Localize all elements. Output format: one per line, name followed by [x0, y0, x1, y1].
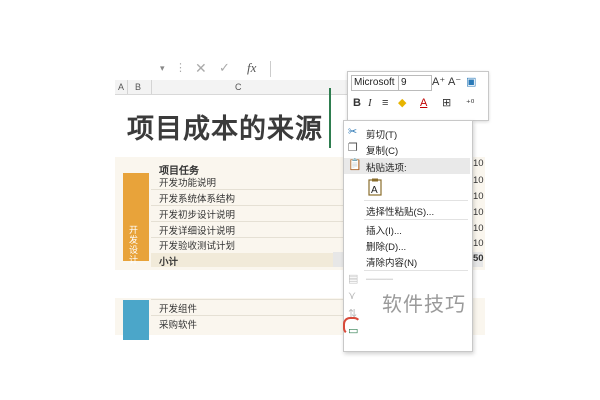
menu-item-label: 清除内容(N): [366, 258, 418, 269]
clipboard-icon: 📋: [348, 159, 362, 171]
borders-icon[interactable]: ⊞: [442, 96, 451, 110]
column-divider: [151, 80, 152, 94]
table-row[interactable]: 开发功能说明: [159, 175, 216, 189]
menu-item-faded[interactable]: ▤ ────: [344, 272, 470, 288]
column-header-a[interactable]: A: [118, 82, 124, 92]
group-label: 开发设计: [129, 225, 139, 265]
value-cell: 10: [473, 207, 484, 218]
menu-item-label: 剪切(T): [366, 130, 398, 141]
menu-separator: [364, 219, 468, 220]
copy-icon: ❐: [348, 142, 358, 154]
table-row[interactable]: 开发验收测试计划: [159, 238, 235, 252]
table-row[interactable]: 开发初步设计说明: [159, 207, 235, 221]
value-header-cell: 10: [473, 158, 484, 169]
fx-button[interactable]: fx: [247, 60, 256, 76]
menu-item-label: 粘贴选项:: [366, 163, 407, 174]
fill-color-icon[interactable]: ◆: [398, 96, 406, 110]
value-cell: 10: [473, 175, 484, 186]
sheet-title: 项目成本的来源: [127, 114, 323, 145]
value-cell: 10: [473, 191, 484, 202]
subtotal-label: 小计: [159, 257, 179, 268]
watermark: 软件技巧: [382, 292, 466, 316]
menu-separator: [364, 270, 468, 271]
font-size-box[interactable]: 9: [398, 75, 432, 91]
column-header-b[interactable]: B: [135, 82, 141, 92]
bold-button[interactable]: B: [353, 96, 361, 110]
value-cell: 10: [473, 238, 484, 249]
menu-item-copy[interactable]: ❐ 复制(C): [344, 141, 470, 157]
align-center-icon[interactable]: ≡: [382, 96, 388, 110]
shrink-font-icon[interactable]: A⁻: [448, 75, 461, 89]
menu-item-insert[interactable]: 插入(I)...: [344, 221, 470, 237]
selected-cell-border: [329, 88, 335, 148]
value-cell: 10: [473, 223, 484, 234]
menu-item-clear-contents[interactable]: 清除内容(N): [344, 253, 470, 269]
enter-check-icon[interactable]: ✓: [219, 60, 230, 76]
context-menu: ✂ 剪切(T) ❐ 复制(C) 📋 粘贴选项: A 选择性粘贴(S)... 插入…: [343, 120, 473, 352]
menu-separator: [364, 200, 468, 201]
font-name-box[interactable]: Microsoft: [351, 75, 399, 91]
menu-item-cut[interactable]: ✂ 剪切(T): [344, 125, 470, 141]
table-row[interactable]: 开发详细设计说明: [159, 223, 235, 237]
highlight-ring: [343, 317, 361, 335]
table-row[interactable]: 采购软件: [159, 317, 197, 331]
italic-button[interactable]: I: [368, 96, 372, 110]
svg-text:A: A: [371, 185, 378, 196]
menu-item-label: 选择性粘贴(S)...: [366, 207, 435, 218]
menu-item-paste-options: 📋 粘贴选项:: [344, 158, 470, 174]
formula-input-divider: [270, 61, 271, 77]
table-row[interactable]: 开发组件: [159, 301, 197, 315]
group-color-bar-2: [123, 300, 149, 340]
paste-formatting-icon[interactable]: A: [368, 178, 382, 196]
table-row[interactable]: 开发系统体系结构: [159, 191, 235, 205]
menu-item-label-faded: ────: [366, 274, 393, 285]
scissors-icon: ✂: [348, 126, 358, 138]
mini-toolbar: Microsoft 9 A⁺ A⁻ ▣ B I ≡ ◆ A ⊞ ⁺⁰: [347, 71, 489, 121]
menu-item-delete[interactable]: 删除(D)...: [344, 237, 470, 253]
font-color-button[interactable]: A: [420, 96, 427, 110]
menu-item-label: 删除(D)...: [366, 242, 407, 253]
menu-item-comment[interactable]: ▭: [344, 324, 470, 340]
decimal-icon[interactable]: ⁺⁰: [466, 96, 474, 110]
menu-item-label: 插入(I)...: [366, 226, 402, 237]
cancel-icon[interactable]: ✕: [195, 60, 207, 77]
formula-bar-separator: ⋮: [175, 62, 186, 74]
number-format-icon[interactable]: ▣: [466, 75, 476, 89]
analysis-icon: ▤: [348, 273, 359, 285]
namebox-dropdown-icon[interactable]: ▾: [160, 63, 165, 74]
column-header-c[interactable]: C: [235, 82, 242, 92]
subtotal-value: 50: [473, 253, 484, 264]
menu-item-paste-special[interactable]: 选择性粘贴(S)...: [344, 202, 470, 218]
grow-font-icon[interactable]: A⁺: [432, 75, 445, 89]
column-divider: [127, 80, 128, 94]
menu-item-label: 复制(C): [366, 146, 399, 157]
filter-icon: ⋎: [348, 290, 357, 302]
